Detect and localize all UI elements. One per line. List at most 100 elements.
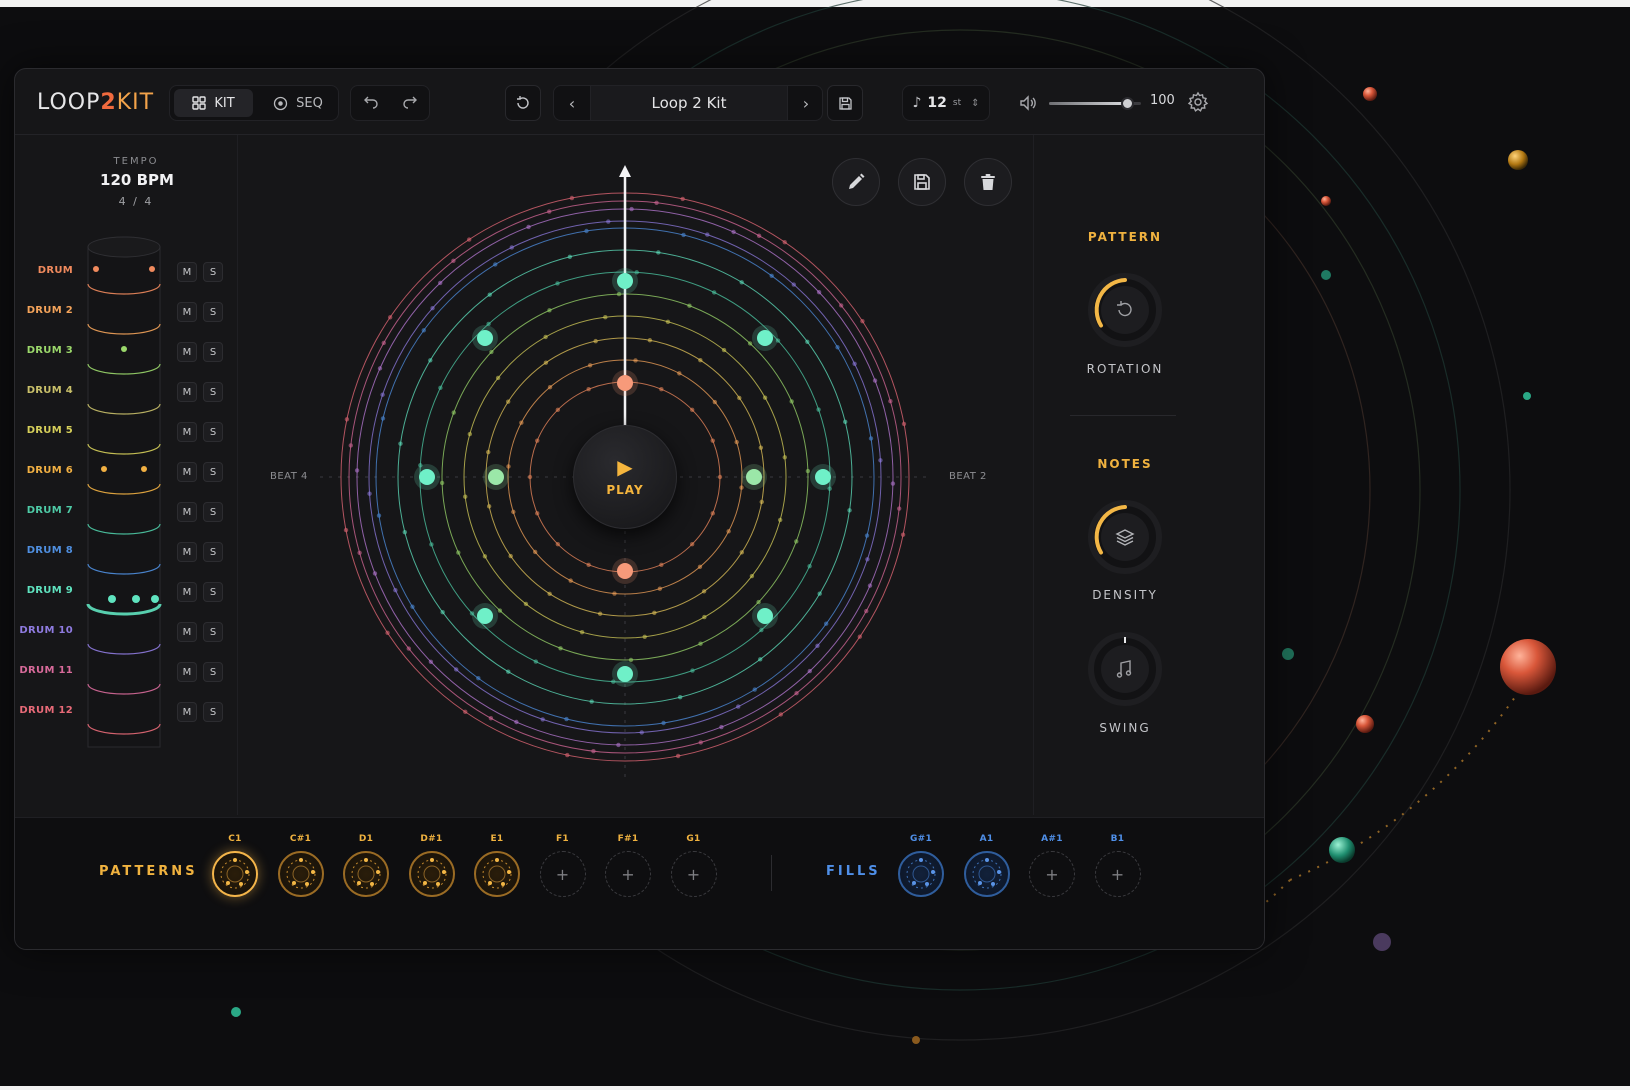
step-dot[interactable] xyxy=(794,690,799,696)
step-dot[interactable] xyxy=(586,562,591,567)
step-dot[interactable] xyxy=(731,229,736,235)
active-hit[interactable] xyxy=(488,469,504,485)
step-dot[interactable] xyxy=(769,273,774,279)
step-dot[interactable] xyxy=(514,719,519,725)
pattern-slot[interactable] xyxy=(277,851,324,897)
step-dot[interactable] xyxy=(597,611,603,616)
step-dot[interactable] xyxy=(547,384,553,390)
step-dot[interactable] xyxy=(535,511,540,516)
step-dot[interactable] xyxy=(864,608,869,614)
step-dot[interactable] xyxy=(526,224,531,230)
step-dot[interactable] xyxy=(654,200,659,206)
step-dot[interactable] xyxy=(555,281,560,286)
step-dot[interactable] xyxy=(659,387,664,392)
step-dot[interactable] xyxy=(868,436,874,441)
step-dot[interactable] xyxy=(690,668,695,673)
step-dot[interactable] xyxy=(506,464,511,469)
step-dot[interactable] xyxy=(456,550,461,555)
active-hit[interactable] xyxy=(477,608,493,624)
step-dot[interactable] xyxy=(687,303,692,308)
pattern-slot[interactable] xyxy=(343,851,389,897)
step-dot[interactable] xyxy=(463,494,468,499)
step-dot[interactable] xyxy=(509,245,514,250)
step-dot[interactable] xyxy=(451,258,456,264)
step-dot[interactable] xyxy=(737,395,742,401)
step-dot[interactable] xyxy=(864,533,870,538)
step-dot[interactable] xyxy=(387,315,393,320)
step-dot[interactable] xyxy=(794,539,799,544)
step-dot[interactable] xyxy=(888,399,893,404)
step-dot[interactable] xyxy=(493,262,498,267)
active-hit[interactable] xyxy=(617,563,633,579)
step-dot[interactable] xyxy=(367,491,372,496)
step-dot[interactable] xyxy=(372,571,378,576)
step-dot[interactable] xyxy=(429,542,434,547)
step-dot[interactable] xyxy=(616,742,621,748)
step-dot[interactable] xyxy=(698,641,703,646)
step-dot[interactable] xyxy=(377,366,383,371)
step-dot[interactable] xyxy=(838,303,844,308)
step-dot[interactable] xyxy=(533,659,539,664)
edit-button[interactable] xyxy=(832,158,880,206)
step-dot[interactable] xyxy=(467,431,473,437)
step-dot[interactable] xyxy=(565,752,570,758)
step-dot[interactable] xyxy=(661,720,666,726)
step-dot[interactable] xyxy=(532,549,538,555)
fill-slot[interactable] xyxy=(898,851,944,897)
step-dot[interactable] xyxy=(555,541,561,547)
step-dot[interactable] xyxy=(380,392,385,397)
step-dot[interactable] xyxy=(734,439,739,445)
step-dot[interactable] xyxy=(519,420,524,425)
step-dot[interactable] xyxy=(782,239,787,245)
step-dot[interactable] xyxy=(847,508,852,513)
step-dot[interactable] xyxy=(817,591,822,596)
step-dot[interactable] xyxy=(857,634,863,639)
active-hit[interactable] xyxy=(617,375,633,391)
step-dot[interactable] xyxy=(860,318,865,324)
step-dot[interactable] xyxy=(816,290,822,295)
step-dot[interactable] xyxy=(343,527,349,533)
step-dot[interactable] xyxy=(710,511,715,516)
step-dot[interactable] xyxy=(428,659,434,664)
step-dot[interactable] xyxy=(547,591,552,597)
step-dot[interactable] xyxy=(410,604,415,609)
step-dot[interactable] xyxy=(777,517,783,523)
step-dot[interactable] xyxy=(762,395,768,400)
step-dot[interactable] xyxy=(710,438,715,443)
step-dot[interactable] xyxy=(642,634,647,639)
step-dot[interactable] xyxy=(756,599,761,605)
step-dot[interactable] xyxy=(354,468,360,473)
step-dot[interactable] xyxy=(689,541,695,547)
step-dot[interactable] xyxy=(402,529,408,535)
step-dot[interactable] xyxy=(385,630,390,636)
step-dot[interactable] xyxy=(535,438,540,443)
step-dot[interactable] xyxy=(348,443,354,448)
step-dot[interactable] xyxy=(376,513,382,518)
step-dot[interactable] xyxy=(564,716,569,722)
step-dot[interactable] xyxy=(438,385,443,391)
step-dot[interactable] xyxy=(486,504,492,509)
step-dot[interactable] xyxy=(747,341,753,346)
step-dot[interactable] xyxy=(659,562,664,567)
step-dot[interactable] xyxy=(717,474,723,480)
step-dot[interactable] xyxy=(430,305,435,311)
step-dot[interactable] xyxy=(476,675,481,681)
step-dot[interactable] xyxy=(698,357,703,363)
step-dot[interactable] xyxy=(579,629,585,635)
rotation-knob[interactable] xyxy=(1088,273,1162,347)
step-dot[interactable] xyxy=(807,668,812,674)
active-hit[interactable] xyxy=(757,330,773,346)
step-dot[interactable] xyxy=(867,583,873,588)
step-dot[interactable] xyxy=(567,254,573,260)
step-dot[interactable] xyxy=(593,338,598,344)
step-dot[interactable] xyxy=(381,340,386,346)
swing-knob[interactable] xyxy=(1088,632,1162,706)
step-dot[interactable] xyxy=(677,694,683,700)
step-dot[interactable] xyxy=(629,206,634,212)
fill-slot[interactable] xyxy=(963,851,1010,897)
step-dot[interactable] xyxy=(890,481,896,486)
active-hit[interactable] xyxy=(757,608,773,624)
step-dot[interactable] xyxy=(677,371,682,376)
step-dot[interactable] xyxy=(652,610,657,616)
step-dot[interactable] xyxy=(901,421,907,427)
